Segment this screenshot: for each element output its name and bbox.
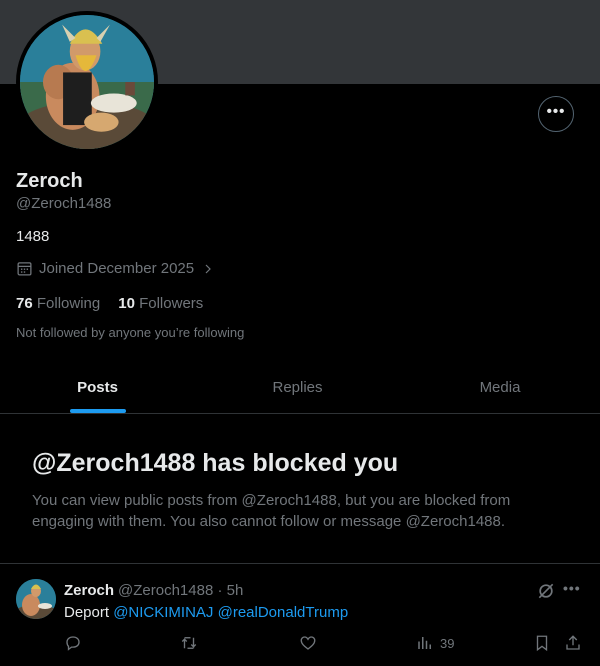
- views-button[interactable]: 39: [416, 634, 454, 652]
- reply-icon: [66, 636, 80, 651]
- profile-name: Zeroch: [16, 170, 83, 192]
- blocked-description: You can view public posts from @Zeroch14…: [32, 492, 511, 530]
- following-count: 76: [16, 295, 33, 312]
- tab-posts[interactable]: Posts: [0, 362, 195, 413]
- followers-label: Followers: [139, 295, 204, 312]
- profile-handle: @Zeroch1488: [16, 195, 112, 212]
- active-tab-indicator: [69, 409, 126, 413]
- blocked-notice: @Zeroch1488 has blocked you You can view…: [32, 448, 552, 532]
- like-button[interactable]: [299, 634, 317, 652]
- avatar-image: [16, 579, 56, 619]
- following-label: Following: [36, 295, 101, 312]
- tab-media-label: Media: [479, 379, 521, 396]
- tab-media[interactable]: Media: [400, 362, 600, 413]
- tab-posts-label: Posts: [77, 379, 118, 396]
- chevron-right-icon: [205, 264, 211, 273]
- follow-stats: 76 Following 10 Followers: [16, 295, 203, 312]
- mention-link[interactable]: @realDonaldTrump: [218, 604, 349, 621]
- tab-replies-label: Replies: [272, 379, 323, 396]
- grok-icon[interactable]: [536, 581, 556, 601]
- heart-icon: [300, 636, 316, 650]
- followers-link[interactable]: 10 Followers: [118, 295, 203, 312]
- bookmark-icon: [536, 635, 548, 652]
- profile-avatar[interactable]: [16, 11, 158, 153]
- avatar-image: [20, 15, 154, 149]
- share-icon: [566, 635, 580, 650]
- profile-bio: 1488: [16, 228, 50, 245]
- joined-date[interactable]: Joined December 2025: [16, 260, 214, 277]
- blocked-title: @Zeroch1488 has blocked you: [32, 449, 399, 477]
- tab-replies[interactable]: Replies: [195, 362, 400, 413]
- repost-button[interactable]: [180, 634, 198, 652]
- mention-link[interactable]: @NICKIMINAJ: [113, 604, 213, 621]
- share-button[interactable]: [564, 634, 582, 652]
- profile-more-button[interactable]: •••: [538, 96, 574, 132]
- post-more-icon[interactable]: •••: [563, 580, 581, 596]
- profile-tabs: Posts Replies Media: [0, 362, 600, 414]
- following-link[interactable]: 76 Following: [16, 295, 100, 312]
- reply-button[interactable]: [64, 634, 82, 652]
- post-item[interactable]: Zeroch @Zeroch1488 · 5h ••• Deport @NICK…: [0, 564, 600, 666]
- repost-icon: [181, 637, 197, 649]
- views-count: 39: [440, 635, 455, 651]
- post-text: Deport @NICKIMINAJ @realDonaldTrump: [64, 604, 348, 621]
- post-author-name[interactable]: Zeroch: [64, 582, 114, 599]
- more-horizontal-icon: •••: [546, 102, 566, 120]
- post-author-handle[interactable]: @Zeroch1488 · 5h: [118, 582, 243, 599]
- calendar-icon: [17, 262, 32, 276]
- joined-text: Joined December 2025: [39, 260, 195, 277]
- views-chart-icon: [418, 637, 431, 649]
- post-meta: Zeroch @Zeroch1488 · 5h: [64, 582, 243, 599]
- post-actions: 39: [0, 634, 600, 654]
- not-followed-note: Not followed by anyone you’re following: [16, 325, 245, 340]
- post-text-prefix: Deport: [64, 604, 110, 621]
- followers-count: 10: [118, 295, 135, 312]
- bookmark-button[interactable]: [533, 634, 551, 652]
- post-avatar[interactable]: [16, 579, 56, 619]
